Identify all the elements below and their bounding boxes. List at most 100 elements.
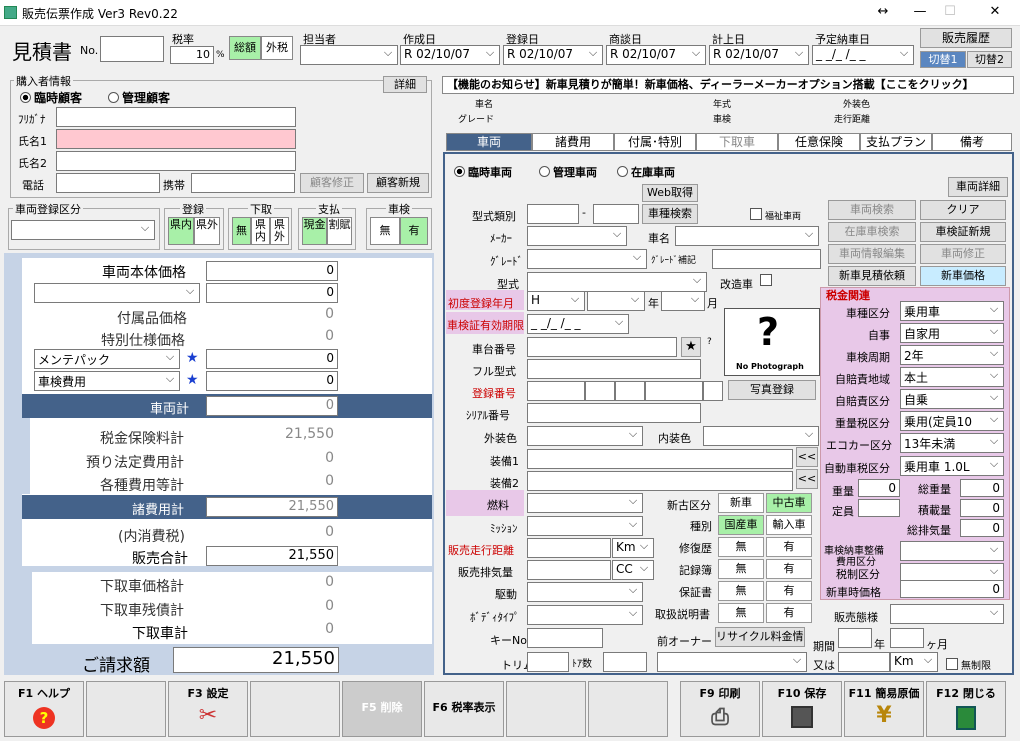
full-model-input[interactable] — [527, 359, 701, 379]
insp-select[interactable]: 車検費用 — [34, 371, 180, 391]
switch2-button[interactable]: 切替2 — [967, 51, 1012, 68]
sale-km-unit-select[interactable]: Km — [612, 538, 654, 558]
f4-button[interactable] — [250, 681, 340, 737]
key-input[interactable] — [527, 628, 603, 648]
f9-print-button[interactable]: F9 印刷 ⎙ — [680, 681, 760, 737]
used-car-toggle[interactable]: 中古車 — [766, 493, 812, 513]
mission-select[interactable] — [527, 516, 643, 536]
auto-tax-select[interactable]: 乗用車 1.0L — [900, 456, 1004, 476]
web-fetch-button[interactable]: Web取得 — [642, 184, 698, 202]
new-price-button[interactable]: 新車価格 — [920, 266, 1006, 286]
radio-temp-vehicle[interactable]: 臨時車両 — [454, 164, 512, 180]
tab-notes[interactable]: 備考 — [932, 133, 1012, 151]
import-toggle[interactable]: 輸入車 — [766, 515, 812, 535]
f1-help-button[interactable]: F1 ヘルプ ? — [4, 681, 84, 737]
maint-star-icon[interactable]: ★ — [186, 350, 199, 366]
f12-close-button[interactable]: F12 閉じる — [926, 681, 1006, 737]
tax-kind-select[interactable]: 乗用車 — [900, 301, 1004, 321]
f5-delete-button[interactable]: F5 削除 — [342, 681, 422, 737]
equip2-add-button[interactable]: << — [796, 469, 818, 489]
tax-own-select[interactable]: 自家用 — [900, 323, 1004, 343]
radio-managed-customer[interactable]: 管理顧客 — [108, 89, 170, 106]
radio-temp-customer[interactable]: 臨時顧客 — [20, 89, 82, 106]
negotiated-date[interactable]: R 02/10/07 — [606, 45, 706, 65]
f6-taxrate-button[interactable]: F6 税率表示 — [424, 681, 504, 737]
grade-sup-input[interactable] — [712, 249, 821, 269]
fuel-select[interactable] — [527, 493, 643, 513]
maximize-button[interactable]: ☐ — [935, 4, 965, 22]
tab-fees[interactable]: 諸費用 — [532, 133, 614, 151]
tax-cali-select[interactable]: 自乗 — [900, 389, 1004, 409]
resize-icon[interactable]: ↔ — [868, 4, 898, 22]
tab-payment[interactable]: 支払プラン — [860, 133, 932, 151]
int-color-select[interactable] — [703, 426, 819, 446]
equip1-input[interactable] — [527, 449, 793, 469]
chassis-help-icon[interactable]: ? — [707, 337, 712, 347]
grade-select[interactable] — [527, 249, 647, 269]
period-month-input[interactable] — [890, 628, 924, 648]
option-price-input[interactable]: 0 — [206, 283, 338, 303]
sale-cc-input[interactable] — [527, 560, 611, 580]
customer-new-button[interactable]: 顧客新規 — [367, 173, 429, 193]
reg-no-input3[interactable] — [615, 381, 645, 401]
radio-managed-vehicle[interactable]: 管理車両 — [539, 164, 597, 180]
new-car-toggle[interactable]: 新車 — [718, 493, 764, 513]
vehicle-reg-select[interactable] — [11, 220, 155, 240]
created-date[interactable]: R 02/10/07 — [400, 45, 500, 65]
modified-checkbox[interactable] — [760, 274, 772, 286]
phone-input[interactable] — [56, 173, 160, 193]
f3-settings-button[interactable]: F3 設定 ✂ — [168, 681, 248, 737]
f11-cost-button[interactable]: F11 簡易原価 ¥ — [844, 681, 924, 737]
reg-in-toggle[interactable]: 県内 — [168, 217, 194, 245]
capacity-input[interactable] — [858, 499, 900, 517]
period-km-unit[interactable]: Km — [890, 652, 938, 672]
close-button[interactable]: ✕ — [980, 4, 1010, 22]
staff-select[interactable] — [300, 45, 398, 65]
fee-div-select[interactable] — [900, 541, 1004, 561]
recycle-info-button[interactable]: リサイクル料金情報 — [715, 627, 805, 647]
trim-input[interactable] — [527, 652, 569, 672]
period-year-input[interactable] — [838, 628, 872, 648]
first-reg-year-select[interactable] — [587, 291, 645, 311]
delivery-date[interactable]: _ _/_ /_ _ — [812, 45, 914, 65]
model-select[interactable] — [527, 272, 707, 292]
inspect-yes-toggle[interactable]: 有 — [400, 217, 428, 245]
pay-cash-toggle[interactable]: 現金 — [302, 217, 327, 245]
gross-input[interactable]: 0 — [960, 479, 1004, 497]
photo-register-button[interactable]: 写真登録 — [728, 380, 816, 400]
reg-no-input1[interactable] — [527, 381, 585, 401]
f10-save-button[interactable]: F10 保存 — [762, 681, 842, 737]
first-reg-era-select[interactable]: H — [527, 291, 585, 311]
manual-none-toggle[interactable]: 無 — [718, 603, 764, 623]
record-none-toggle[interactable]: 無 — [718, 559, 764, 579]
tax-area-select[interactable]: 本土 — [900, 367, 1004, 387]
tab-parts[interactable]: 付属･特別 — [614, 133, 696, 151]
warranty-yes-toggle[interactable]: 有 — [766, 581, 812, 601]
history-button[interactable]: 販売履歴 — [920, 28, 1012, 48]
tab-insurance[interactable]: 任意保険 — [778, 133, 860, 151]
furigana-input[interactable] — [56, 107, 296, 127]
tab-tradein[interactable]: 下取車 — [696, 133, 778, 151]
sale-cc-unit-select[interactable]: CC — [612, 560, 654, 580]
warranty-none-toggle[interactable]: 無 — [718, 581, 764, 601]
equip1-add-button[interactable]: << — [796, 447, 818, 467]
prev-owner-select[interactable] — [657, 652, 807, 672]
domestic-toggle[interactable]: 国産車 — [718, 515, 764, 535]
tab-vehicle[interactable]: 車両 — [446, 133, 532, 151]
minimize-button[interactable]: — — [905, 4, 935, 22]
vehicle-search-button[interactable]: 車両検索 — [828, 200, 916, 220]
f2-button[interactable] — [86, 681, 166, 737]
mobile-input[interactable] — [191, 173, 295, 193]
clear-button[interactable]: クリア — [920, 200, 1006, 220]
repair-none-toggle[interactable]: 無 — [718, 537, 764, 557]
stock-search-button[interactable]: 在庫車検索 — [828, 222, 916, 242]
registered-date[interactable]: R 02/10/07 — [503, 45, 603, 65]
insp-star-icon[interactable]: ★ — [186, 372, 199, 388]
ext-color-select[interactable] — [527, 426, 643, 446]
weight-input[interactable]: 0 — [858, 479, 900, 497]
reg-no-input5[interactable] — [703, 381, 723, 401]
tax-cycle-select[interactable]: 2年 — [900, 345, 1004, 365]
booked-date[interactable]: R 02/10/07 — [709, 45, 809, 65]
model-search-button[interactable]: 車種検索 — [642, 204, 698, 224]
switch1-button[interactable]: 切替1 — [920, 51, 966, 68]
